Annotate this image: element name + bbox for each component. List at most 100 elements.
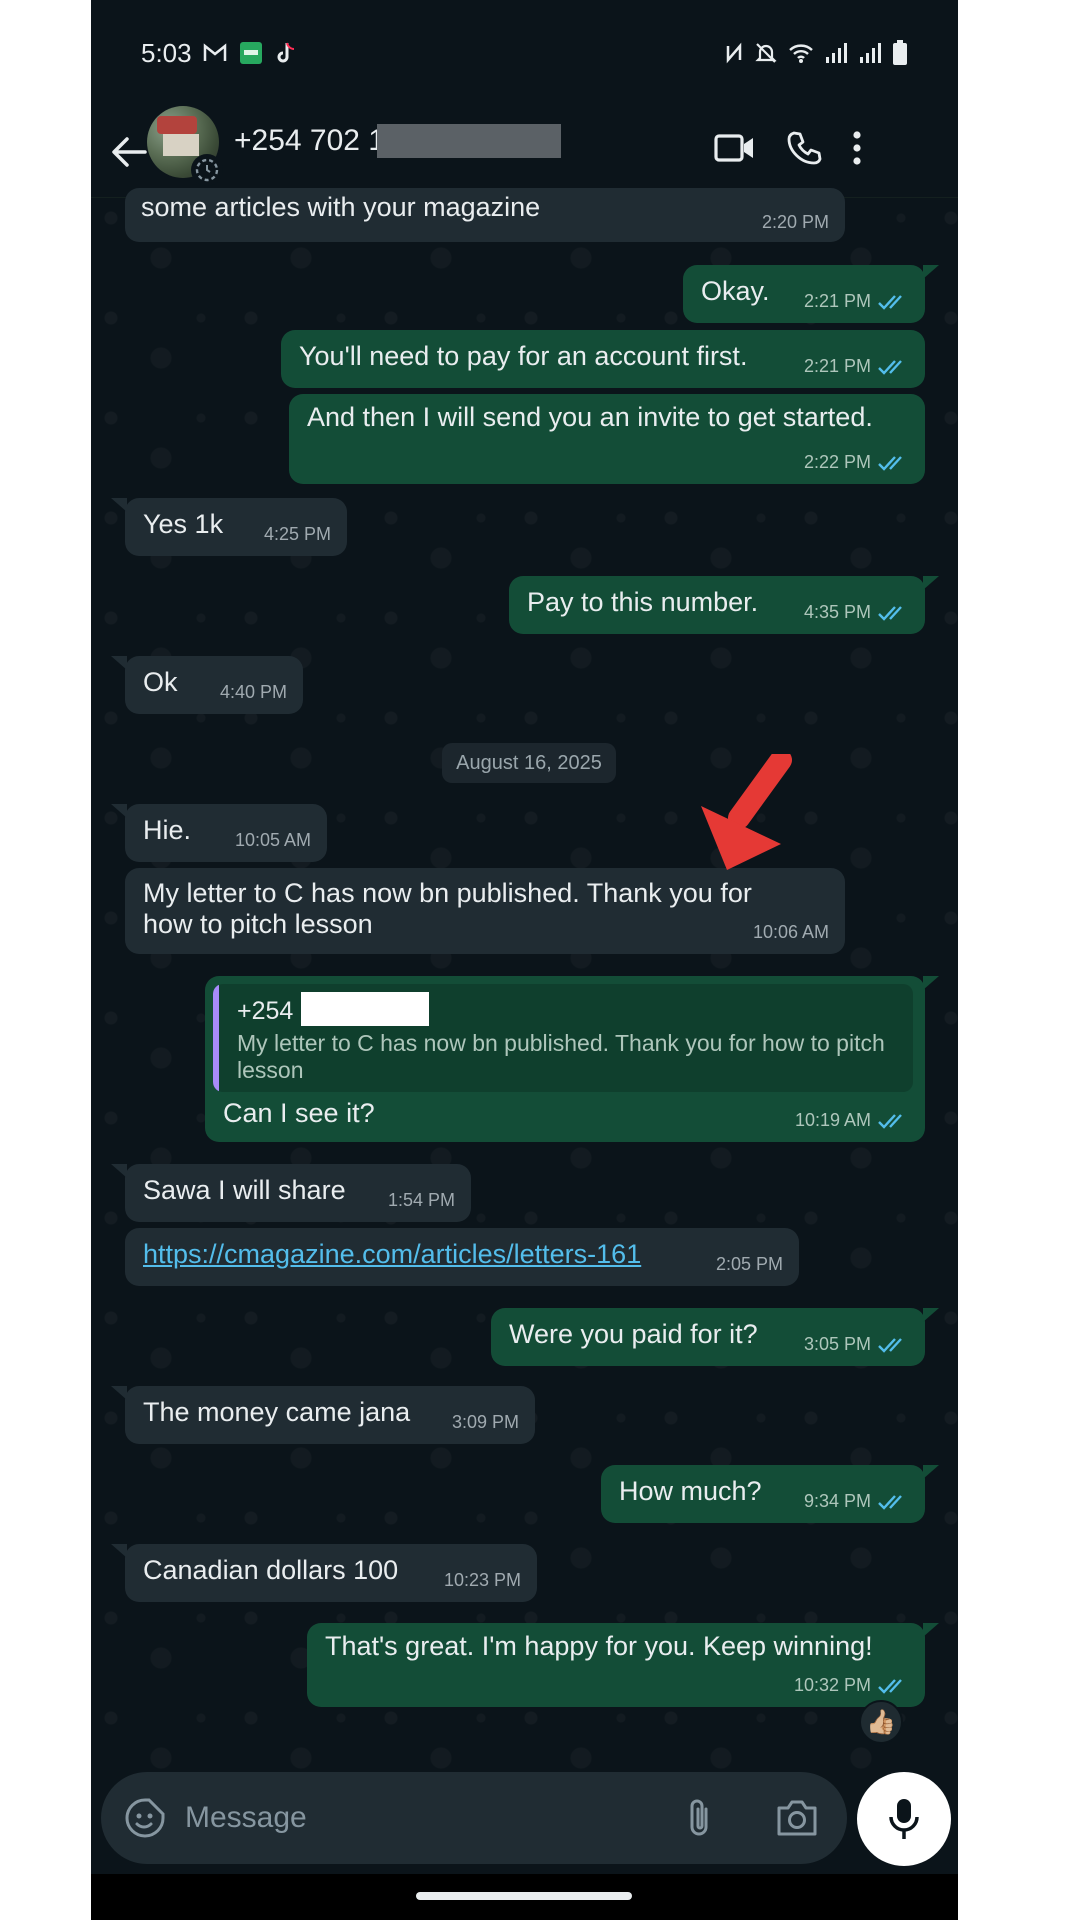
- home-indicator[interactable]: [416, 1892, 632, 1900]
- quoted-text: My letter to C has now bn published. Tha…: [237, 1030, 885, 1083]
- app-icon: [240, 42, 262, 64]
- status-bar: 5:03: [91, 0, 958, 106]
- read-ticks-icon: [878, 1678, 902, 1694]
- read-ticks-icon: [878, 294, 902, 310]
- status-ring-icon: [191, 154, 223, 186]
- video-call-icon: [714, 134, 753, 162]
- signal-icon: [860, 43, 881, 63]
- read-ticks-icon: [878, 359, 902, 375]
- video-call-button[interactable]: [705, 118, 765, 178]
- message-time: 3:05 PM: [804, 1329, 911, 1360]
- sticker-icon: [125, 1798, 165, 1838]
- message-time: 10:06 AM: [752, 922, 829, 942]
- phone-icon: [787, 131, 822, 165]
- quote-accent-bar: [213, 984, 219, 1092]
- message-text: And then I will send you an invite to ge…: [307, 402, 873, 432]
- navigation-bar: [91, 1874, 958, 1920]
- quoted-message[interactable]: +254 My letter to C has now bn published…: [213, 984, 913, 1092]
- phone-screen: 5:03 +254 702 1 some articles with your …: [91, 0, 958, 1920]
- message-time: 9:34 PM: [804, 1486, 911, 1517]
- message-bubble[interactable]: Pay to this number. 4:35 PM: [509, 576, 939, 634]
- message-text: You'll need to pay for an account first.: [299, 341, 748, 371]
- message-text: That's great. I'm happy for you. Keep wi…: [325, 1631, 873, 1661]
- paperclip-icon: [690, 1799, 708, 1836]
- message-bubble[interactable]: Ok 4:40 PM: [111, 656, 303, 714]
- battery-icon: [893, 40, 907, 65]
- mic-icon: [889, 1799, 919, 1839]
- read-ticks-icon: [878, 605, 902, 621]
- redaction-box: [377, 124, 561, 158]
- gmail-icon: [203, 43, 227, 61]
- message-time: 2:21 PM: [804, 351, 911, 382]
- message-time: 1:54 PM: [387, 1190, 455, 1210]
- voice-call-button[interactable]: [774, 118, 834, 178]
- message-bubble[interactable]: That's great. I'm happy for you. Keep wi…: [307, 1623, 939, 1707]
- message-time: 4:35 PM: [804, 597, 911, 628]
- message-text: Hie.: [143, 815, 192, 845]
- nfc-icon: [726, 42, 742, 64]
- attach-button[interactable]: [671, 1788, 727, 1848]
- message-time: 10:05 AM: [234, 830, 311, 850]
- message-time: 3:09 PM: [451, 1412, 519, 1432]
- message-bubble[interactable]: And then I will send you an invite to ge…: [289, 394, 925, 484]
- message-bubble[interactable]: The money came jana 3:09 PM: [111, 1386, 535, 1444]
- message-text-line: how to pitch lesson: [143, 909, 373, 939]
- chat-header: +254 702 1: [91, 106, 958, 198]
- message-text: Ok: [143, 667, 178, 697]
- system-icons: [724, 38, 908, 68]
- message-text: Were you paid for it?: [509, 1319, 758, 1349]
- status-time: 5:03: [141, 38, 192, 68]
- message-bubble[interactable]: Sawa I will share 1:54 PM: [111, 1164, 471, 1222]
- signal-icon: [826, 43, 847, 63]
- read-ticks-icon: [878, 1113, 902, 1129]
- chat-area[interactable]: some articles with your magazine 2:20 PM…: [91, 188, 958, 1770]
- message-text: Canadian dollars 100: [143, 1555, 399, 1585]
- message-bubble[interactable]: Were you paid for it? 3:05 PM: [491, 1308, 939, 1366]
- more-options-button[interactable]: [827, 118, 887, 178]
- message-time: 10:32 PM: [794, 1670, 911, 1701]
- mute-icon: [755, 43, 777, 63]
- annotation-arrow-icon: [701, 754, 792, 870]
- tiktok-icon: [277, 42, 295, 63]
- message-bubble[interactable]: You'll need to pay for an account first.…: [281, 330, 925, 388]
- message-time: 10:19 AM: [795, 1105, 911, 1136]
- reaction-badge[interactable]: 👍🏼: [859, 1700, 903, 1744]
- camera-button[interactable]: [769, 1788, 825, 1848]
- sticker-button[interactable]: [115, 1788, 175, 1848]
- message-time: 2:21 PM: [804, 286, 911, 317]
- message-time: 4:40 PM: [219, 682, 287, 702]
- date-divider: August 16, 2025: [442, 743, 616, 783]
- message-text: Yes 1k: [143, 509, 224, 539]
- message-bubble[interactable]: Yes 1k 4:25 PM: [111, 498, 347, 556]
- message-input[interactable]: [185, 1792, 645, 1844]
- message-text: Pay to this number.: [527, 587, 759, 617]
- message-bubble[interactable]: some articles with your magazine 2:20 PM: [125, 188, 845, 242]
- message-bubble[interactable]: Hie. 10:05 AM: [111, 804, 327, 862]
- message-text: Can I see it?: [223, 1098, 375, 1128]
- message-bubble[interactable]: How much? 9:34 PM: [601, 1465, 939, 1523]
- message-time: 2:05 PM: [715, 1254, 783, 1274]
- message-bubble[interactable]: https://cmagazine.com/articles/letters-1…: [125, 1228, 799, 1286]
- message-link[interactable]: https://cmagazine.com/articles/letters-1…: [143, 1239, 641, 1270]
- message-text: some articles with your magazine: [141, 192, 541, 222]
- quoted-sender: +254: [237, 997, 294, 1025]
- contact-name[interactable]: +254 702 1: [234, 124, 385, 158]
- message-time: 2:22 PM: [804, 447, 911, 478]
- more-vert-icon: [853, 131, 861, 165]
- message-composer: [101, 1772, 847, 1864]
- read-ticks-icon: [878, 455, 902, 471]
- back-arrow-icon: [112, 137, 147, 167]
- message-time: 10:23 PM: [443, 1570, 521, 1590]
- message-time: 2:20 PM: [761, 212, 829, 232]
- message-text: The money came jana: [143, 1397, 411, 1427]
- message-text: Sawa I will share: [143, 1175, 346, 1205]
- message-text: Okay.: [701, 276, 770, 306]
- message-bubble[interactable]: Okay. 2:21 PM: [683, 265, 939, 323]
- message-bubble[interactable]: Canadian dollars 100 10:23 PM: [111, 1544, 537, 1602]
- wifi-icon: [789, 44, 813, 63]
- voice-message-button[interactable]: [857, 1772, 951, 1866]
- reply-message-bubble[interactable]: +254 My letter to C has now bn published…: [205, 976, 939, 1142]
- message-text: How much?: [619, 1476, 762, 1506]
- read-ticks-icon: [878, 1494, 902, 1510]
- redaction-box: [301, 992, 429, 1026]
